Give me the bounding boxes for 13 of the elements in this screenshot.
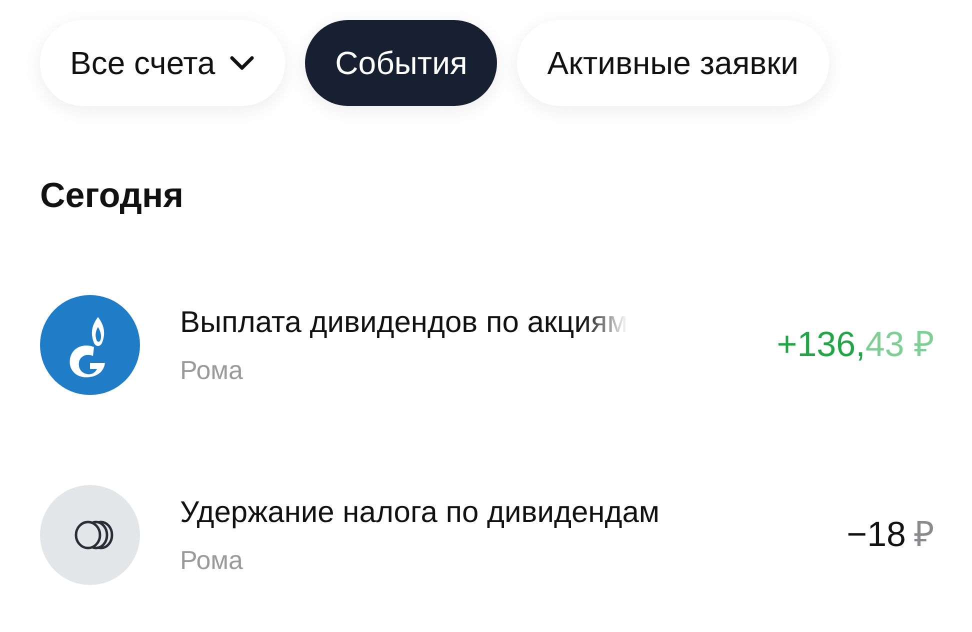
account-name: Рома [180,544,243,577]
dropdown-button[interactable]: Все счета [40,20,286,106]
tab[interactable]: Активные заявки [517,20,829,106]
event-title: Выплата дивидендов по акциям [180,305,628,341]
flame-logo-icon [40,295,140,395]
amount: +136,43 ₽ [776,324,934,366]
coins-icon [40,485,140,585]
account-name: Рома [180,354,243,387]
amount: −18 ₽ [846,514,934,556]
chevron-down-icon [229,55,256,71]
event-title: Удержание налога по дивидендам [180,495,660,531]
section-title: Сегодня [40,176,184,216]
tab[interactable]: События [305,20,498,106]
